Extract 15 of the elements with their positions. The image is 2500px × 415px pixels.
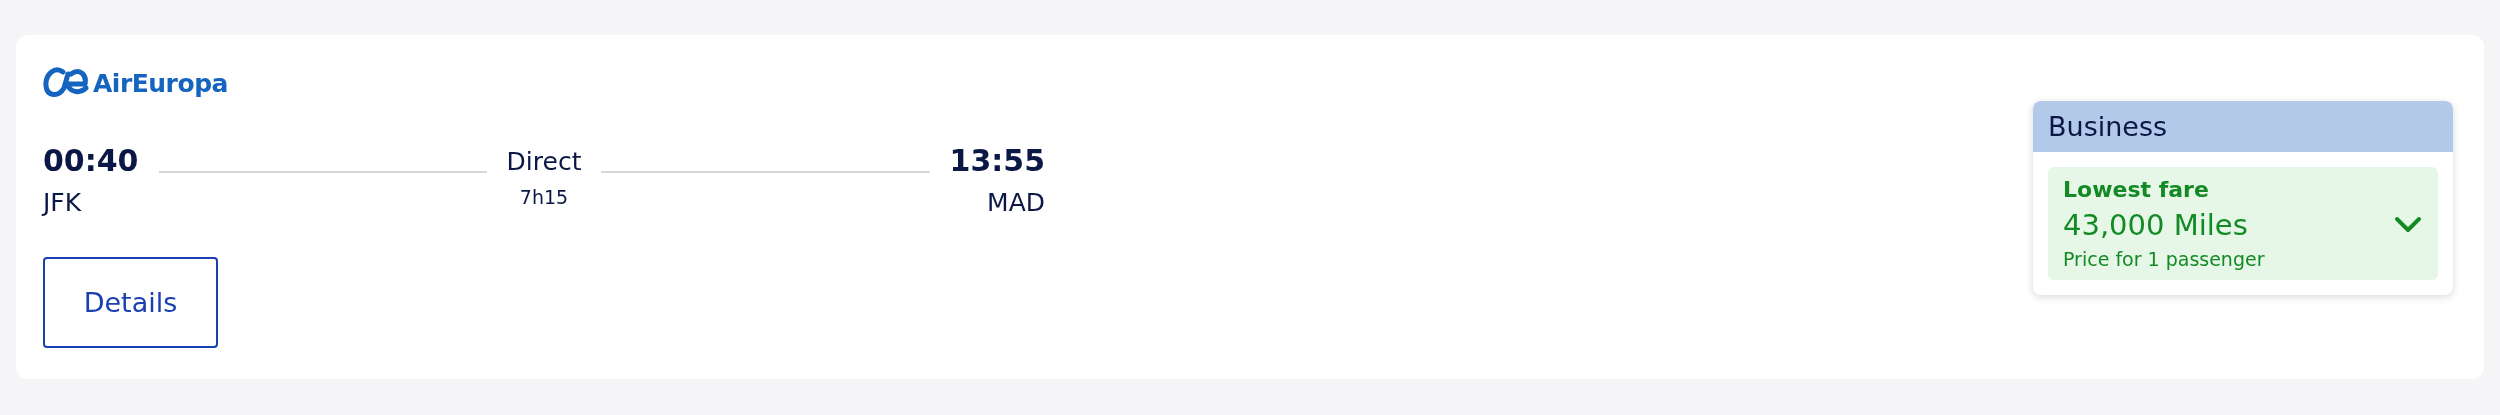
fare-price: 43,000 Miles [2063,208,2249,242]
fare-note: Price for 1 passenger [2063,248,2266,270]
airline-name: AirEuropa [93,68,228,98]
chevron-down-icon[interactable] [2393,215,2423,235]
stops-label: Direct [506,147,582,176]
arrival-time: 13:55 [949,143,1045,178]
arrival-airport: MAD [987,188,1045,217]
details-button[interactable]: Details [43,257,218,348]
departure-time: 00:40 [43,143,139,178]
fare-tag: Lowest fare [2063,177,2423,202]
flight-duration: 7h15 [519,186,569,208]
logo-icon [43,66,89,100]
cabin-header: Business [2033,101,2453,152]
departure-airport: JFK [43,188,83,217]
fare-option[interactable]: Lowest fare 43,000 Miles Price for 1 passenger [2048,167,2438,280]
